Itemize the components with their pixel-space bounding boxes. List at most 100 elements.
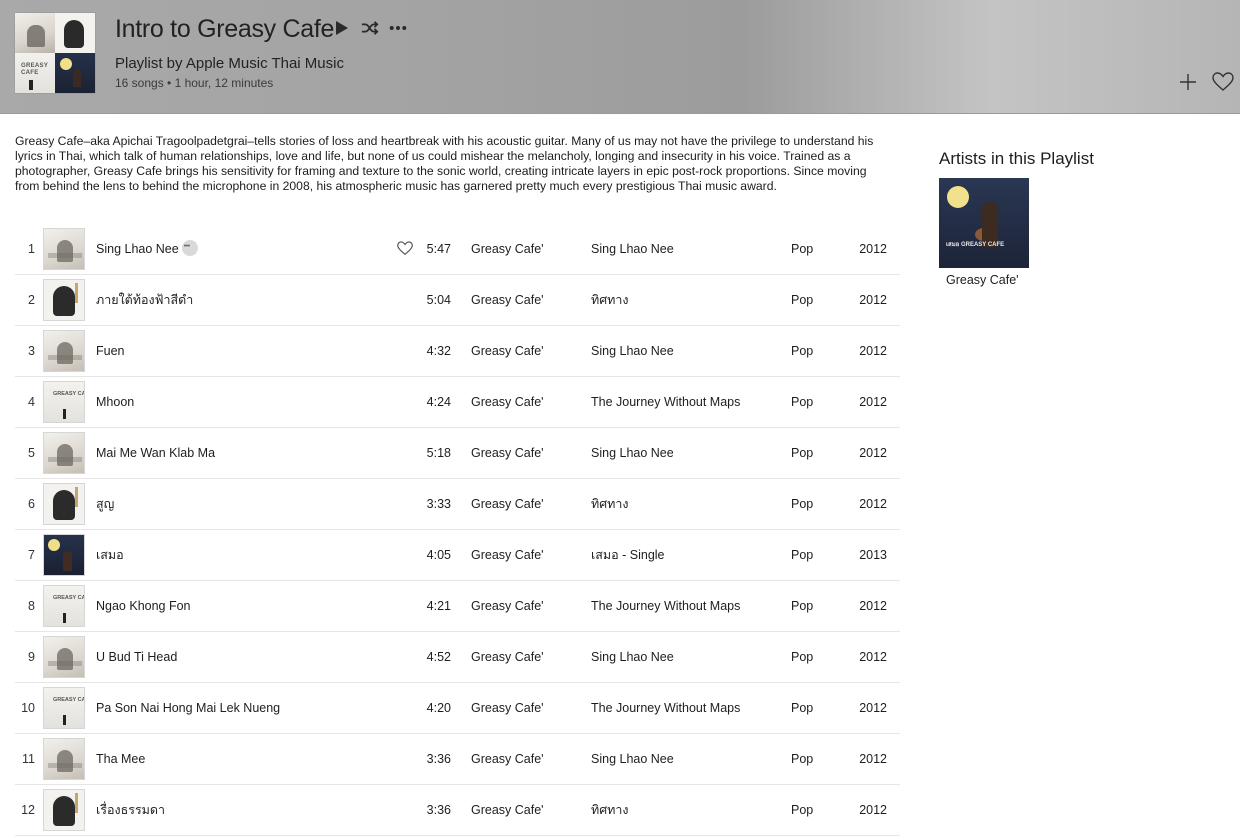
track-year: 2013 bbox=[859, 548, 887, 562]
track-album[interactable]: Sing Lhao Nee bbox=[591, 734, 674, 784]
song-row[interactable]: 12 เรื่องธรรมดา 3:36 Greasy Cafe' ทิศทาง… bbox=[15, 785, 900, 836]
play-icon[interactable] bbox=[333, 17, 351, 39]
track-album[interactable]: Sing Lhao Nee bbox=[591, 632, 674, 682]
song-row[interactable]: 2 ภายใต้ท้องฟ้าสีดำ 5:04 Greasy Cafe' ทิ… bbox=[15, 275, 900, 326]
track-year: 2012 bbox=[859, 497, 887, 511]
track-title[interactable]: Mhoon bbox=[96, 377, 134, 427]
track-title[interactable]: ภายใต้ท้องฟ้าสีดำ bbox=[96, 275, 193, 325]
track-artwork: GREASY CAFE bbox=[43, 687, 85, 729]
love-heart-icon[interactable] bbox=[1212, 72, 1234, 92]
song-row[interactable]: 3 Fuen 4:32 Greasy Cafe' Sing Lhao Nee P… bbox=[15, 326, 900, 377]
track-album[interactable]: Sing Lhao Nee bbox=[591, 224, 674, 274]
track-title[interactable]: Mai Me Wan Klab Ma bbox=[96, 428, 215, 478]
track-title[interactable]: Pa Son Nai Hong Mai Lek Nueng bbox=[96, 683, 280, 733]
song-row[interactable]: 4 GREASY CAFE Mhoon 4:24 Greasy Cafe' Th… bbox=[15, 377, 900, 428]
cover-tile-text: GREASY CAFE bbox=[21, 63, 49, 76]
track-year: 2012 bbox=[859, 650, 887, 664]
track-artist[interactable]: Greasy Cafe' bbox=[471, 326, 544, 376]
cover-tile-2 bbox=[55, 13, 95, 53]
track-title-text: Fuen bbox=[96, 344, 125, 358]
song-row[interactable]: 10 GREASY CAFE Pa Son Nai Hong Mai Lek N… bbox=[15, 683, 900, 734]
track-number: 11 bbox=[22, 752, 35, 766]
track-title-text: เสมอ bbox=[96, 548, 124, 562]
track-artwork bbox=[43, 534, 85, 576]
song-row[interactable]: 9 U Bud Ti Head 4:52 Greasy Cafe' Sing L… bbox=[15, 632, 900, 683]
playlist-description: Greasy Cafe–aka Apichai Tragoolpadetgrai… bbox=[15, 134, 874, 193]
track-artwork bbox=[43, 789, 85, 831]
track-artist[interactable]: Greasy Cafe' bbox=[471, 683, 544, 733]
track-duration: 4:21 bbox=[426, 599, 451, 613]
track-year: 2012 bbox=[859, 293, 887, 307]
track-number: 8 bbox=[28, 599, 35, 613]
track-title-text: เรื่องธรรมดา bbox=[96, 803, 166, 817]
track-title-text: Mhoon bbox=[96, 395, 135, 409]
track-artist[interactable]: Greasy Cafe' bbox=[471, 581, 544, 631]
track-album[interactable]: The Journey Without Maps bbox=[591, 581, 740, 631]
track-artist[interactable]: Greasy Cafe' bbox=[471, 479, 544, 529]
track-artist[interactable]: Greasy Cafe' bbox=[471, 785, 544, 835]
add-plus-icon[interactable] bbox=[1178, 72, 1198, 92]
track-artist[interactable]: Greasy Cafe' bbox=[471, 428, 544, 478]
track-artwork bbox=[43, 279, 85, 321]
track-duration: 4:52 bbox=[426, 650, 451, 664]
track-number: 10 bbox=[21, 701, 35, 715]
playlist-meta: 16 songs • 1 hour, 12 minutes bbox=[115, 76, 274, 90]
song-row[interactable]: 7 เสมอ 4:05 Greasy Cafe' เสมอ - Single P… bbox=[15, 530, 900, 581]
artist-name[interactable]: Greasy Cafe' bbox=[939, 273, 1029, 287]
playlist-curator[interactable]: Playlist by Apple Music Thai Music bbox=[115, 55, 344, 72]
track-album[interactable]: The Journey Without Maps bbox=[591, 377, 740, 427]
track-title[interactable]: เสมอ bbox=[96, 530, 124, 580]
artwork-text: GREASY CAFE bbox=[53, 697, 85, 703]
track-year: 2012 bbox=[859, 344, 887, 358]
track-title[interactable]: เรื่องธรรมดา bbox=[96, 785, 165, 835]
track-album[interactable]: ทิศทาง bbox=[591, 275, 629, 325]
track-year: 2012 bbox=[859, 446, 887, 460]
track-album[interactable]: Sing Lhao Nee bbox=[591, 326, 674, 376]
track-number: 2 bbox=[28, 293, 35, 307]
song-row[interactable]: 6 สูญ 3:33 Greasy Cafe' ทิศทาง Pop 2012 bbox=[15, 479, 900, 530]
track-artwork: GREASY CAFE bbox=[43, 585, 85, 627]
track-album[interactable]: Sing Lhao Nee bbox=[591, 428, 674, 478]
track-artwork bbox=[43, 636, 85, 678]
shuffle-icon[interactable] bbox=[361, 17, 379, 39]
track-genre: Pop bbox=[791, 803, 814, 817]
track-title[interactable]: Fuen bbox=[96, 326, 125, 376]
track-artist[interactable]: Greasy Cafe' bbox=[471, 377, 544, 427]
track-title-text: สูญ bbox=[96, 497, 115, 511]
artist-image[interactable]: เสมอ GREASY CAFE bbox=[939, 178, 1029, 268]
track-duration: 5:18 bbox=[426, 446, 451, 460]
artist-card[interactable]: เสมอ GREASY CAFE Greasy Cafe' bbox=[939, 178, 1029, 287]
song-row[interactable]: 11 Tha Mee 3:36 Greasy Cafe' Sing Lhao N… bbox=[15, 734, 900, 785]
track-genre: Pop bbox=[791, 650, 814, 664]
track-number: 7 bbox=[28, 548, 35, 562]
track-album[interactable]: เสมอ - Single bbox=[591, 530, 665, 580]
track-year: 2012 bbox=[859, 599, 887, 613]
track-title[interactable]: Tha Mee bbox=[96, 734, 145, 784]
track-title[interactable]: Sing Lhao Nee bbox=[96, 222, 198, 274]
track-title[interactable]: Ngao Khong Fon bbox=[96, 581, 191, 631]
row-heart-icon[interactable] bbox=[397, 241, 413, 257]
track-artist[interactable]: Greasy Cafe' bbox=[471, 530, 544, 580]
track-album[interactable]: ทิศทาง bbox=[591, 785, 629, 835]
track-genre: Pop bbox=[791, 395, 814, 409]
track-album[interactable]: The Journey Without Maps bbox=[591, 683, 740, 733]
track-artwork: GREASY CAFE bbox=[43, 381, 85, 423]
song-row[interactable]: 5 Mai Me Wan Klab Ma 5:18 Greasy Cafe' S… bbox=[15, 428, 900, 479]
track-artist[interactable]: Greasy Cafe' bbox=[471, 632, 544, 682]
track-duration: 4:20 bbox=[426, 701, 451, 715]
track-artist[interactable]: Greasy Cafe' bbox=[471, 224, 544, 274]
track-artist[interactable]: Greasy Cafe' bbox=[471, 275, 544, 325]
song-row[interactable]: 8 GREASY CAFE Ngao Khong Fon 4:21 Greasy… bbox=[15, 581, 900, 632]
row-more-icon[interactable] bbox=[181, 222, 198, 272]
more-icon[interactable] bbox=[389, 17, 407, 39]
track-album[interactable]: ทิศทาง bbox=[591, 479, 629, 529]
track-title[interactable]: U Bud Ti Head bbox=[96, 632, 177, 682]
artwork-text: GREASY CAFE bbox=[53, 595, 85, 601]
track-artist[interactable]: Greasy Cafe' bbox=[471, 734, 544, 784]
song-row[interactable]: 1 Sing Lhao Nee 5:47 Greasy Cafe' Sing L… bbox=[15, 222, 900, 275]
track-duration: 4:05 bbox=[426, 548, 451, 562]
cover-tile-1 bbox=[15, 13, 55, 53]
track-title[interactable]: สูญ bbox=[96, 479, 114, 529]
track-genre: Pop bbox=[791, 293, 814, 307]
track-title-text: ภายใต้ท้องฟ้าสีดำ bbox=[96, 293, 194, 307]
